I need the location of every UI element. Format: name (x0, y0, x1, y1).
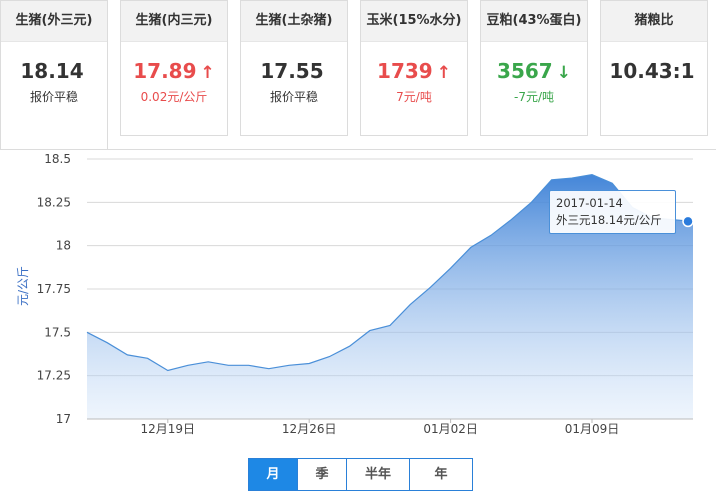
y-axis-title: 元/公斤 (16, 266, 30, 306)
data-point (682, 215, 694, 228)
card-sub: 0.02元/公斤 (140, 90, 208, 104)
x-tick-label: 12月19日 (141, 422, 196, 436)
card-value: 17.89 ↑ (121, 56, 227, 86)
chart-tooltip: 2017-01-14 外三元18.14元/公斤 (549, 190, 676, 234)
card-value-number: 17.55 (260, 59, 324, 83)
card-title: 豆粕(43%蛋白) (481, 1, 587, 42)
card-pig-tuzazhu[interactable]: 生猪(土杂猪) 17.55 报价平稳 (240, 0, 348, 136)
x-tick-label: 01月09日 (565, 422, 620, 436)
card-title: 生猪(外三元) (1, 1, 107, 42)
tab-half-year[interactable]: 半年 (346, 458, 410, 491)
tooltip-text: 外三元18.14元/公斤 (556, 213, 662, 227)
y-tick-label: 17.75 (37, 282, 71, 296)
card-soymeal[interactable]: 豆粕(43%蛋白) 3567 ↓ -7元/吨 (480, 0, 588, 136)
card-value-number: 10.43:1 (609, 59, 695, 83)
card-value: 3567 ↓ (481, 56, 587, 86)
card-sub: 报价平稳 (269, 90, 318, 104)
tooltip-date: 2017-01-14 (556, 196, 623, 210)
card-value-number: 17.89 (133, 59, 197, 83)
range-tabs: 月 季 半年 年 (248, 458, 473, 491)
y-tick-label: 18 (56, 239, 71, 253)
y-tick-label: 17.5 (44, 325, 71, 339)
card-value: 18.14 (1, 56, 107, 86)
y-tick-label: 17 (56, 412, 71, 426)
x-tick-label: 12月26日 (282, 422, 337, 436)
y-tick-label: 17.25 (37, 369, 71, 383)
y-tick-label: 18.5 (44, 152, 71, 166)
y-tick-label: 18.25 (37, 195, 71, 209)
arrow-up-icon: ↑ (436, 63, 451, 83)
card-sub: -7元/吨 (513, 90, 554, 104)
tab-quarter[interactable]: 季 (297, 458, 347, 491)
card-pig-neisanyuan[interactable]: 生猪(内三元) 17.89 ↑ 0.02元/公斤 (120, 0, 228, 136)
card-value-number: 3567 (497, 59, 553, 83)
card-pig-waisanyuan[interactable]: 生猪(外三元) 18.14 报价平稳 (0, 0, 108, 150)
tab-month[interactable]: 月 (248, 458, 298, 491)
card-value: 1739 ↑ (361, 56, 467, 86)
x-tick-label: 01月02日 (423, 422, 478, 436)
tab-year[interactable]: 年 (409, 458, 473, 491)
card-title: 玉米(15%水分) (361, 1, 467, 42)
card-title: 生猪(土杂猪) (241, 1, 347, 42)
card-sub: 报价平稳 (29, 90, 78, 104)
card-value: 17.55 (241, 56, 347, 86)
card-title: 生猪(内三元) (121, 1, 227, 42)
card-value-number: 18.14 (20, 59, 84, 83)
card-sub: 7元/吨 (396, 90, 432, 104)
card-corn[interactable]: 玉米(15%水分) 1739 ↑ 7元/吨 (360, 0, 468, 136)
card-pig-grain-ratio[interactable]: 猪粮比 10.43:1 (600, 0, 708, 136)
price-cards: 生猪(外三元) 18.14 报价平稳 生猪(内三元) 17.89 ↑ 0.02元/… (0, 0, 716, 150)
arrow-down-icon: ↓ (556, 63, 571, 83)
arrow-up-icon: ↑ (200, 63, 215, 83)
card-value-number: 1739 (377, 59, 433, 83)
card-title: 猪粮比 (601, 1, 707, 42)
card-value: 10.43:1 (601, 56, 707, 86)
